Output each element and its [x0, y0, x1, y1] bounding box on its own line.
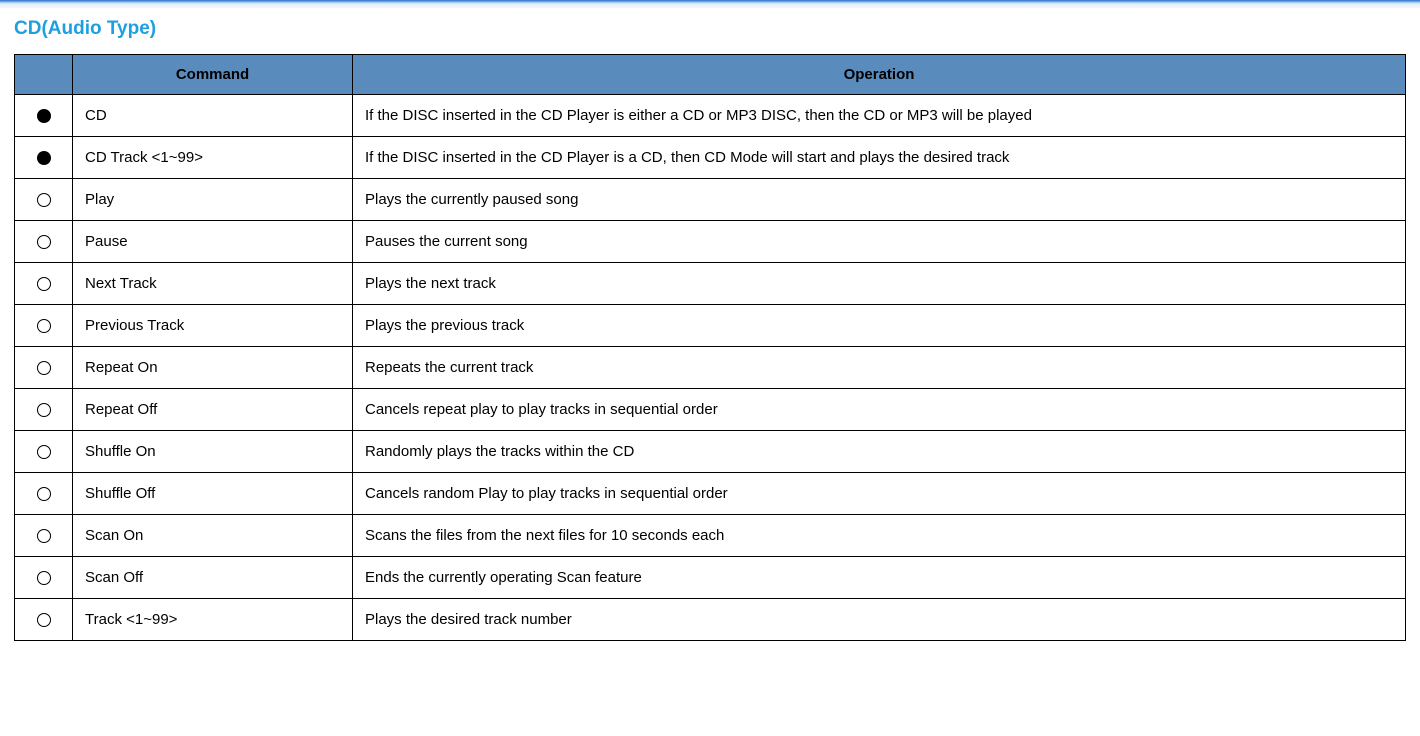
marker-cell: [15, 473, 73, 515]
hollow-circle-icon: [37, 235, 51, 249]
marker-cell: [15, 221, 73, 263]
marker-cell: [15, 179, 73, 221]
operation-cell: Randomly plays the tracks within the CD: [353, 431, 1406, 473]
table-row: Previous TrackPlays the previous track: [15, 305, 1406, 347]
command-cell: Scan On: [73, 515, 353, 557]
operation-cell: Ends the currently operating Scan featur…: [353, 557, 1406, 599]
operation-cell: Cancels repeat play to play tracks in se…: [353, 389, 1406, 431]
hollow-circle-icon: [37, 403, 51, 417]
filled-circle-icon: [37, 109, 51, 123]
hollow-circle-icon: [37, 361, 51, 375]
decorative-top-border: [0, 0, 1420, 8]
operation-cell: Cancels random Play to play tracks in se…: [353, 473, 1406, 515]
operation-cell: Pauses the current song: [353, 221, 1406, 263]
table-row: Scan OnScans the files from the next fil…: [15, 515, 1406, 557]
hollow-circle-icon: [37, 445, 51, 459]
hollow-circle-icon: [37, 319, 51, 333]
marker-cell: [15, 599, 73, 641]
command-cell: Track <1~99>: [73, 599, 353, 641]
command-cell: Play: [73, 179, 353, 221]
marker-cell: [15, 263, 73, 305]
operation-cell: Repeats the current track: [353, 347, 1406, 389]
operation-cell: Plays the desired track number: [353, 599, 1406, 641]
table-row: Shuffle OffCancels random Play to play t…: [15, 473, 1406, 515]
table-header-row: Command Operation: [15, 55, 1406, 95]
table-row: Track <1~99>Plays the desired track numb…: [15, 599, 1406, 641]
hollow-circle-icon: [37, 193, 51, 207]
marker-cell: [15, 515, 73, 557]
filled-circle-icon: [37, 151, 51, 165]
command-cell: CD: [73, 95, 353, 137]
operation-cell: Scans the files from the next files for …: [353, 515, 1406, 557]
operation-cell: Plays the currently paused song: [353, 179, 1406, 221]
command-cell: CD Track <1~99>: [73, 137, 353, 179]
table-row: CD Track <1~99>If the DISC inserted in t…: [15, 137, 1406, 179]
header-marker: [15, 55, 73, 95]
marker-cell: [15, 347, 73, 389]
command-cell: Repeat On: [73, 347, 353, 389]
operation-cell: If the DISC inserted in the CD Player is…: [353, 137, 1406, 179]
marker-cell: [15, 95, 73, 137]
command-cell: Scan Off: [73, 557, 353, 599]
header-operation: Operation: [353, 55, 1406, 95]
marker-cell: [15, 305, 73, 347]
table-row: Next TrackPlays the next track: [15, 263, 1406, 305]
command-cell: Next Track: [73, 263, 353, 305]
operation-cell: Plays the previous track: [353, 305, 1406, 347]
command-table: Command Operation CDIf the DISC inserted…: [14, 54, 1406, 641]
table-row: Repeat OnRepeats the current track: [15, 347, 1406, 389]
header-command: Command: [73, 55, 353, 95]
table-row: Shuffle OnRandomly plays the tracks with…: [15, 431, 1406, 473]
hollow-circle-icon: [37, 529, 51, 543]
table-row: Repeat OffCancels repeat play to play tr…: [15, 389, 1406, 431]
hollow-circle-icon: [37, 571, 51, 585]
table-row: PausePauses the current song: [15, 221, 1406, 263]
command-cell: Shuffle On: [73, 431, 353, 473]
operation-cell: If the DISC inserted in the CD Player is…: [353, 95, 1406, 137]
marker-cell: [15, 389, 73, 431]
operation-cell: Plays the next track: [353, 263, 1406, 305]
marker-cell: [15, 137, 73, 179]
table-row: CDIf the DISC inserted in the CD Player …: [15, 95, 1406, 137]
marker-cell: [15, 557, 73, 599]
command-cell: Pause: [73, 221, 353, 263]
hollow-circle-icon: [37, 277, 51, 291]
table-row: Scan OffEnds the currently operating Sca…: [15, 557, 1406, 599]
marker-cell: [15, 431, 73, 473]
command-cell: Previous Track: [73, 305, 353, 347]
hollow-circle-icon: [37, 613, 51, 627]
table-row: PlayPlays the currently paused song: [15, 179, 1406, 221]
hollow-circle-icon: [37, 487, 51, 501]
command-cell: Shuffle Off: [73, 473, 353, 515]
command-cell: Repeat Off: [73, 389, 353, 431]
section-title: CD(Audio Type): [14, 18, 1406, 40]
